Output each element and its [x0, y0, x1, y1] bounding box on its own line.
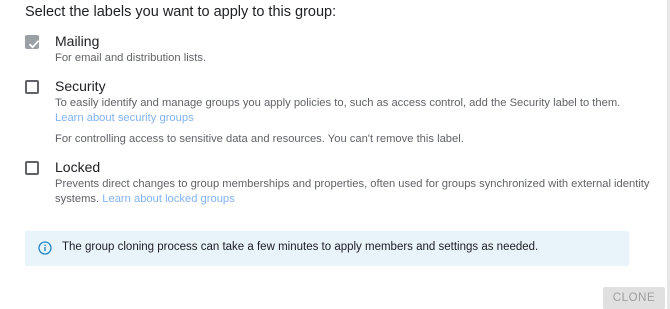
mailing-checkbox — [25, 35, 40, 49]
mailing-description: For email and distribution lists. — [55, 52, 207, 64]
locked-description-cont: systems. — [55, 193, 100, 205]
security-checkbox[interactable] — [25, 80, 39, 94]
locked-description: Prevents direct changes to group members… — [55, 178, 650, 190]
locked-checkbox[interactable] — [25, 161, 39, 175]
info-banner: The group cloning process can take a few… — [25, 231, 629, 266]
info-icon — [38, 241, 52, 255]
security-note: For controlling access to sensitive data… — [55, 133, 464, 145]
learn-about-security-groups-link[interactable]: Learn about security groups — [55, 112, 194, 124]
locked-title[interactable]: Locked — [55, 159, 100, 175]
learn-about-locked-groups-link[interactable]: Learn about locked groups — [102, 193, 234, 205]
mailing-title: Mailing — [55, 33, 100, 49]
security-description: To easily identify and manage groups you… — [55, 97, 621, 109]
info-text: The group cloning process can take a few… — [62, 241, 539, 253]
checkmark-icon — [28, 40, 40, 49]
security-title[interactable]: Security — [55, 78, 106, 94]
dialog-heading: Select the labels you want to apply to t… — [25, 4, 337, 20]
clone-button[interactable]: CLONE — [603, 287, 665, 309]
